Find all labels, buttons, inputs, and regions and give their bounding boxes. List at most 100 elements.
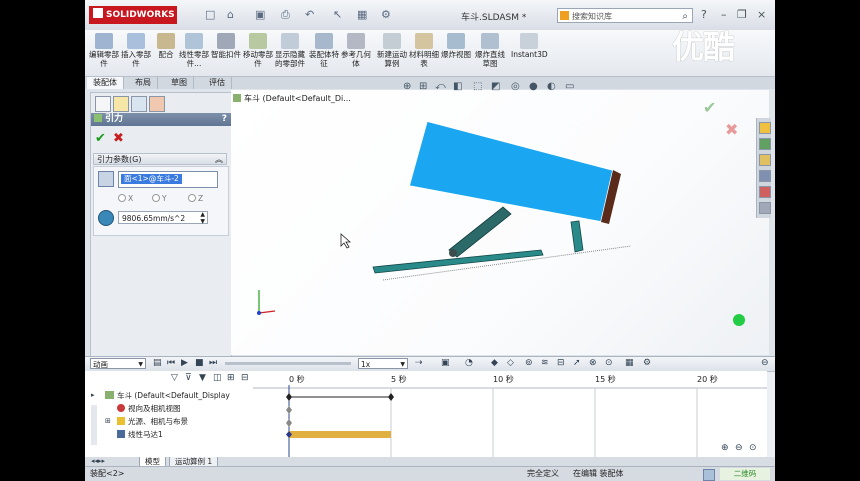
- open-icon[interactable]: ⌂: [227, 8, 234, 21]
- tree-item-linear-motor[interactable]: 线性马达1: [117, 430, 163, 440]
- property-manager-tab-icon[interactable]: [113, 96, 129, 112]
- options-icon[interactable]: ⚙: [381, 8, 391, 21]
- playback-speed-select[interactable]: 1x ▼: [358, 358, 408, 369]
- stop-icon[interactable]: ■: [195, 358, 204, 368]
- zoom-fit-timeline-icon[interactable]: ⊙: [749, 443, 757, 453]
- close-icon[interactable]: ×: [757, 8, 766, 21]
- solidworks-logo[interactable]: SOLIDWORKS: [89, 6, 177, 24]
- search-input[interactable]: 搜索知识库 ⌕: [557, 8, 693, 23]
- home-icon[interactable]: [759, 122, 771, 134]
- damper-icon[interactable]: ⊟: [557, 358, 565, 368]
- motor-duration-bar[interactable]: [289, 431, 391, 438]
- view-orientation-icon[interactable]: ⬚: [473, 81, 482, 92]
- assembly-features-button[interactable]: 装配体特征: [309, 33, 339, 68]
- key-point[interactable]: [286, 393, 292, 401]
- tab-scroll-icon[interactable]: ◂◂▸▸: [91, 457, 105, 465]
- insert-component-button[interactable]: 插入零部件: [121, 33, 151, 68]
- gravity-tool-icon[interactable]: ⊙: [605, 358, 613, 368]
- filter-results-icon[interactable]: ◫: [213, 373, 222, 383]
- appearances-icon[interactable]: [759, 186, 771, 198]
- collapse-icon[interactable]: ︽: [215, 154, 223, 166]
- confirm-check-icon[interactable]: ✔: [703, 98, 716, 117]
- edit-component-button[interactable]: 编辑零部件: [89, 33, 119, 68]
- configuration-manager-tab-icon[interactable]: [131, 96, 147, 112]
- graphics-area[interactable]: 车斗 (Default<Default_Di... ✔ ✖: [231, 90, 769, 355]
- zoom-out-timeline-icon[interactable]: ⊟: [241, 373, 249, 383]
- results-plots-icon[interactable]: ▦: [625, 358, 634, 368]
- minimize-icon[interactable]: –: [721, 8, 727, 21]
- move-component-button[interactable]: 移动零部件: [243, 33, 273, 68]
- linear-pattern-button[interactable]: 线性零部件...: [179, 33, 209, 68]
- play-icon[interactable]: ▶: [181, 358, 188, 368]
- ok-check-icon[interactable]: ✔: [95, 131, 106, 146]
- rebuild-icon[interactable]: ▦: [357, 8, 367, 21]
- reference-geometry-button[interactable]: 参考几何体: [341, 33, 371, 68]
- bill-of-materials-button[interactable]: 材料明细表: [409, 33, 439, 68]
- collapse-motion-manager-icon[interactable]: ⊖: [761, 358, 769, 368]
- instant3d-button[interactable]: Instant3D: [511, 33, 548, 59]
- new-document-icon[interactable]: □: [205, 8, 215, 21]
- help-icon[interactable]: ?: [701, 8, 707, 21]
- chevron-down-icon[interactable]: ▼: [138, 359, 143, 370]
- animation-wizard-icon[interactable]: ◔: [465, 358, 473, 368]
- key-point[interactable]: [388, 393, 394, 401]
- confirm-cancel-icon[interactable]: ✖: [725, 120, 738, 139]
- timeline[interactable]: 0 秒 5 秒 10 秒 15 秒 20 秒 ⊕ ⊖ ⊙: [253, 371, 767, 457]
- design-library-icon[interactable]: [759, 138, 771, 150]
- playback-speed-icon[interactable]: ⏭: [209, 358, 217, 368]
- explode-line-sketch-button[interactable]: 爆炸直线草图: [475, 33, 505, 68]
- tab-evaluate[interactable]: 评估: [203, 77, 232, 89]
- tree-item-lights[interactable]: 光源、相机与布景: [117, 417, 188, 427]
- search-source-icon[interactable]: [560, 11, 569, 20]
- file-explorer-icon[interactable]: [759, 154, 771, 166]
- print-icon[interactable]: ⎙: [281, 8, 290, 22]
- filter-driving-icon[interactable]: ⊽: [185, 373, 192, 383]
- calculate-icon[interactable]: ▤: [153, 358, 162, 368]
- display-style-icon[interactable]: ◩: [491, 81, 500, 92]
- show-hidden-button[interactable]: 显示隐藏的零部件: [275, 33, 305, 68]
- contact-icon[interactable]: ⊗: [589, 358, 597, 368]
- force-icon[interactable]: ➚: [573, 358, 581, 368]
- tree-item-view-camera[interactable]: 视向及相机视图: [117, 404, 181, 414]
- select-icon[interactable]: ↖: [333, 8, 342, 21]
- save-icon[interactable]: ▣: [255, 8, 265, 21]
- motion-study-properties-icon[interactable]: ⚙: [643, 358, 651, 368]
- expand-icon[interactable]: ▸: [91, 391, 95, 399]
- autokey-icon[interactable]: ◆: [491, 358, 498, 368]
- cancel-x-icon[interactable]: ✖: [113, 131, 124, 146]
- filter-animated-icon[interactable]: ▽: [171, 373, 178, 383]
- chevron-down-icon[interactable]: ▼: [400, 359, 405, 370]
- zoom-timeline-icon[interactable]: ⊞: [227, 373, 235, 383]
- tab-layout[interactable]: 布局: [129, 77, 158, 89]
- mate-button[interactable]: 配合: [151, 33, 181, 59]
- add-key-icon[interactable]: ◇: [507, 358, 514, 368]
- key-point[interactable]: [286, 419, 292, 427]
- edit-appearance-icon[interactable]: ●: [529, 81, 538, 92]
- gravity-value-field[interactable]: 9806.65mm/s^2 ▲ ▼: [118, 211, 208, 225]
- section-view-icon[interactable]: ◧: [453, 81, 462, 92]
- radio-y[interactable]: Y: [152, 194, 167, 203]
- help-button[interactable]: ?: [222, 113, 227, 126]
- hide-show-items-icon[interactable]: ◎: [511, 81, 520, 92]
- spinner-icon[interactable]: ▲ ▼: [200, 211, 205, 225]
- radio-x[interactable]: X: [118, 194, 133, 203]
- study-type-select[interactable]: 动画 ▼: [90, 358, 146, 369]
- tree-scrollbar[interactable]: [91, 405, 97, 445]
- view-settings-icon[interactable]: ▭: [565, 81, 574, 92]
- restore-icon[interactable]: ❐: [737, 8, 747, 21]
- filter-selected-icon[interactable]: ▼: [199, 373, 206, 383]
- view-palette-icon[interactable]: [759, 170, 771, 182]
- loop-icon[interactable]: ⇢: [415, 358, 423, 368]
- expand-icon[interactable]: ⊞: [105, 417, 111, 425]
- play-from-start-icon[interactable]: ⏮: [167, 358, 175, 368]
- exploded-view-button[interactable]: 爆炸视图: [441, 33, 471, 59]
- tab-sketch[interactable]: 草图: [165, 77, 194, 89]
- zoom-in-icon[interactable]: ⊕: [721, 443, 729, 453]
- spring-icon[interactable]: ≋: [541, 358, 549, 368]
- direction-reference-field[interactable]: 面<1>@车斗-2: [118, 171, 218, 188]
- zoom-fit-icon[interactable]: ⊕: [403, 81, 411, 92]
- reverse-direction-icon[interactable]: [98, 171, 114, 187]
- radio-z[interactable]: Z: [188, 194, 203, 203]
- undo-icon[interactable]: ↶: [305, 8, 314, 21]
- previous-view-icon[interactable]: ⤺: [435, 81, 446, 92]
